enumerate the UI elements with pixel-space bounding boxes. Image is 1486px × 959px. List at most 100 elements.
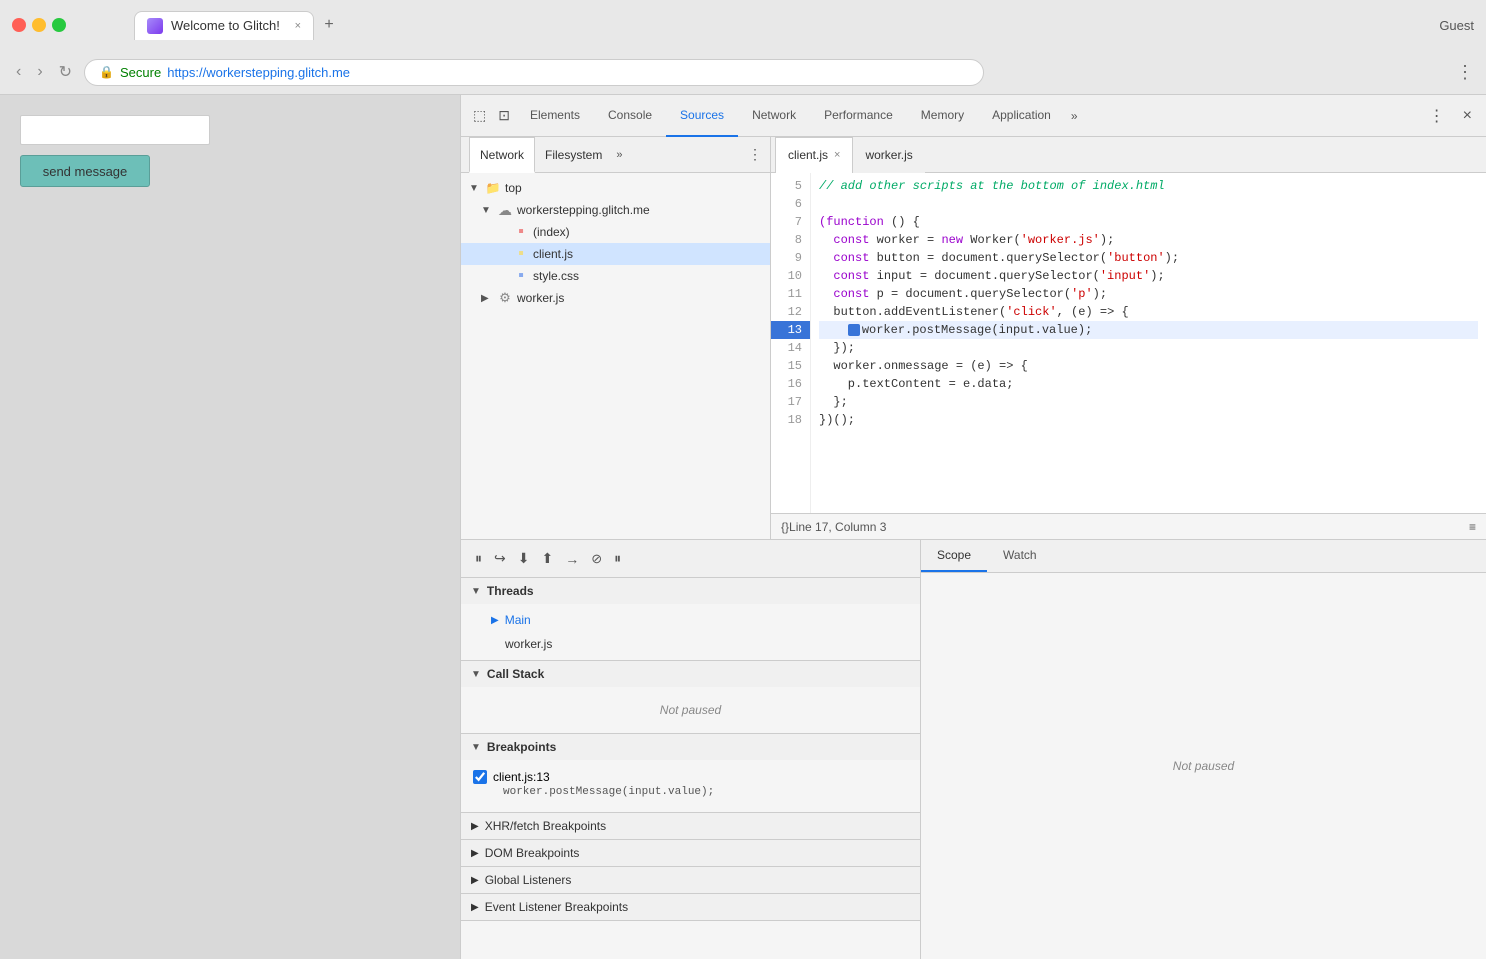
scope-not-paused: Not paused	[1173, 759, 1234, 773]
thread-workerjs[interactable]: worker.js	[461, 632, 920, 656]
line-num-10: 10	[771, 267, 810, 285]
code-line-7: (function () {	[819, 213, 1478, 231]
page-text-input[interactable]	[20, 115, 210, 145]
debug-left-panel: ⏸ ↪ ⬇ ⬆ → ⊘ ⏸ ▼ Threads ▶	[461, 540, 921, 959]
tree-label-workerjs: worker.js	[517, 291, 564, 305]
code-line-12: button.addEventListener('click', (e) => …	[819, 303, 1478, 321]
browser-more-button[interactable]: ⋮	[1456, 62, 1474, 83]
breakpoint-item-1: client.js:13 worker.postMessage(input.va…	[461, 764, 920, 808]
tab-close-button[interactable]: ×	[295, 20, 301, 32]
html-file-icon	[513, 224, 529, 240]
breakpoint-checkbox-1[interactable]	[473, 770, 487, 784]
url-bar[interactable]: 🔒 Secure https://workerstepping.glitch.m…	[84, 59, 984, 86]
line-num-14: 14	[771, 339, 810, 357]
thread-main-label: Main	[505, 613, 531, 627]
browser-tab[interactable]: Welcome to Glitch! ×	[134, 11, 314, 40]
resume-button[interactable]: →	[561, 547, 583, 571]
tree-arrow-domain: ▼	[481, 205, 493, 216]
forward-button[interactable]: ›	[33, 59, 46, 85]
dom-breakpoints-section[interactable]: ▶ DOM Breakpoints	[461, 840, 920, 867]
global-listeners-section[interactable]: ▶ Global Listeners	[461, 867, 920, 894]
inspect-element-button[interactable]: ⬚	[467, 103, 492, 128]
tree-item-domain[interactable]: ▼ workerstepping.glitch.me	[461, 199, 770, 221]
xhr-label: XHR/fetch Breakpoints	[485, 819, 606, 833]
line-num-15: 15	[771, 357, 810, 375]
tree-label-index: (index)	[533, 225, 570, 239]
tree-item-workerjs[interactable]: ▶ worker.js	[461, 287, 770, 309]
tab-application[interactable]: Application	[978, 95, 1065, 137]
tree-item-clientjs[interactable]: ▶ client.js	[461, 243, 770, 265]
scope-tab-scope[interactable]: Scope	[921, 540, 987, 572]
devtools-close-button[interactable]: ×	[1455, 102, 1480, 130]
step-out-button[interactable]: ⬆	[537, 546, 557, 571]
cloud-icon	[497, 202, 513, 218]
tree-item-stylecss[interactable]: ▶ style.css	[461, 265, 770, 287]
thread-main[interactable]: ▶ Main	[461, 608, 920, 632]
deactivate-breakpoints-button[interactable]: ⊘	[587, 547, 606, 571]
sources-sidebar: Network Filesystem » ⋮ ▼ top	[461, 137, 771, 539]
code-line-10: const input = document.querySelector('in…	[819, 267, 1478, 285]
new-tab-button[interactable]: +	[314, 10, 344, 40]
cursor-position: Line 17, Column 3	[789, 520, 886, 534]
code-tab-close-clientjs[interactable]: ×	[834, 149, 840, 161]
call-stack-header[interactable]: ▼ Call Stack	[461, 661, 920, 687]
close-button[interactable]	[12, 18, 26, 32]
scope-tabs: Scope Watch	[921, 540, 1486, 573]
line-num-12: 12	[771, 303, 810, 321]
dom-arrow: ▶	[471, 848, 479, 859]
sidebar-menu-button[interactable]: ⋮	[748, 146, 762, 163]
event-listener-breakpoints-section[interactable]: ▶ Event Listener Breakpoints	[461, 894, 920, 921]
step-into-button[interactable]: ⬇	[514, 546, 534, 571]
status-bar: {} Line 17, Column 3 ≡	[771, 513, 1486, 539]
tab-memory[interactable]: Memory	[907, 95, 978, 137]
code-tab-clientjs[interactable]: client.js ×	[775, 137, 853, 173]
code-line-5: // add other scripts at the bottom of in…	[819, 177, 1478, 195]
pause-on-exceptions-button[interactable]: ⏸	[610, 546, 625, 571]
scope-tab-watch[interactable]: Watch	[987, 540, 1053, 572]
debug-toolbar: ⏸ ↪ ⬇ ⬆ → ⊘ ⏸	[461, 540, 920, 578]
code-line-9: const button = document.querySelector('b…	[819, 249, 1478, 267]
omnibar: ‹ › ↻ 🔒 Secure https://workerstepping.gl…	[0, 50, 1486, 94]
devtools-panel: ⬚ ⊡ Elements Console Sources Network Per…	[460, 95, 1486, 959]
breakpoints-header[interactable]: ▼ Breakpoints	[461, 734, 920, 760]
sidebar-tab-filesystem[interactable]: Filesystem	[535, 137, 612, 173]
devtools-settings-button[interactable]: ⋮	[1421, 102, 1453, 130]
step-over-button[interactable]: ↪	[490, 546, 510, 571]
device-toggle-button[interactable]: ⊡	[492, 103, 516, 128]
tab-network[interactable]: Network	[738, 95, 810, 137]
tree-item-index[interactable]: ▶ (index)	[461, 221, 770, 243]
status-bar-right-icon: ≡	[1469, 520, 1476, 534]
code-tab-workerjs[interactable]: worker.js	[853, 137, 924, 173]
sources-sidebar-tabs: Network Filesystem » ⋮	[461, 137, 770, 173]
code-line-15: worker.onmessage = (e) => {	[819, 357, 1478, 375]
code-line-14: });	[819, 339, 1478, 357]
tab-sources[interactable]: Sources	[666, 95, 738, 137]
line-num-8: 8	[771, 231, 810, 249]
line-num-17: 17	[771, 393, 810, 411]
tab-title: Welcome to Glitch!	[171, 18, 280, 33]
sidebar-tab-more[interactable]: »	[616, 149, 622, 161]
back-button[interactable]: ‹	[12, 59, 25, 85]
tree-label-domain: workerstepping.glitch.me	[517, 203, 650, 217]
tab-elements[interactable]: Elements	[516, 95, 594, 137]
tab-performance[interactable]: Performance	[810, 95, 907, 137]
maximize-button[interactable]	[52, 18, 66, 32]
threads-header[interactable]: ▼ Threads	[461, 578, 920, 604]
css-file-icon	[513, 268, 529, 284]
dom-label: DOM Breakpoints	[485, 846, 580, 860]
pause-button[interactable]: ⏸	[471, 546, 486, 571]
xhr-breakpoints-section[interactable]: ▶ XHR/fetch Breakpoints	[461, 813, 920, 840]
line-numbers: 5 6 7 8 9 10 11 12 13 14 15 16 17 18	[771, 173, 811, 513]
send-message-button[interactable]: send message	[20, 155, 150, 187]
threads-label: Threads	[487, 584, 534, 598]
tab-console[interactable]: Console	[594, 95, 666, 137]
sidebar-tab-network[interactable]: Network	[469, 137, 535, 173]
reload-button[interactable]: ↻	[55, 58, 76, 86]
tree-item-top[interactable]: ▼ top	[461, 177, 770, 199]
event-arrow: ▶	[471, 902, 479, 913]
global-arrow: ▶	[471, 875, 479, 886]
tab-bar: Welcome to Glitch! × +	[74, 10, 404, 40]
code-editor[interactable]: 5 6 7 8 9 10 11 12 13 14 15 16 17 18	[771, 173, 1486, 513]
more-tabs-button[interactable]: »	[1065, 109, 1084, 123]
minimize-button[interactable]	[32, 18, 46, 32]
